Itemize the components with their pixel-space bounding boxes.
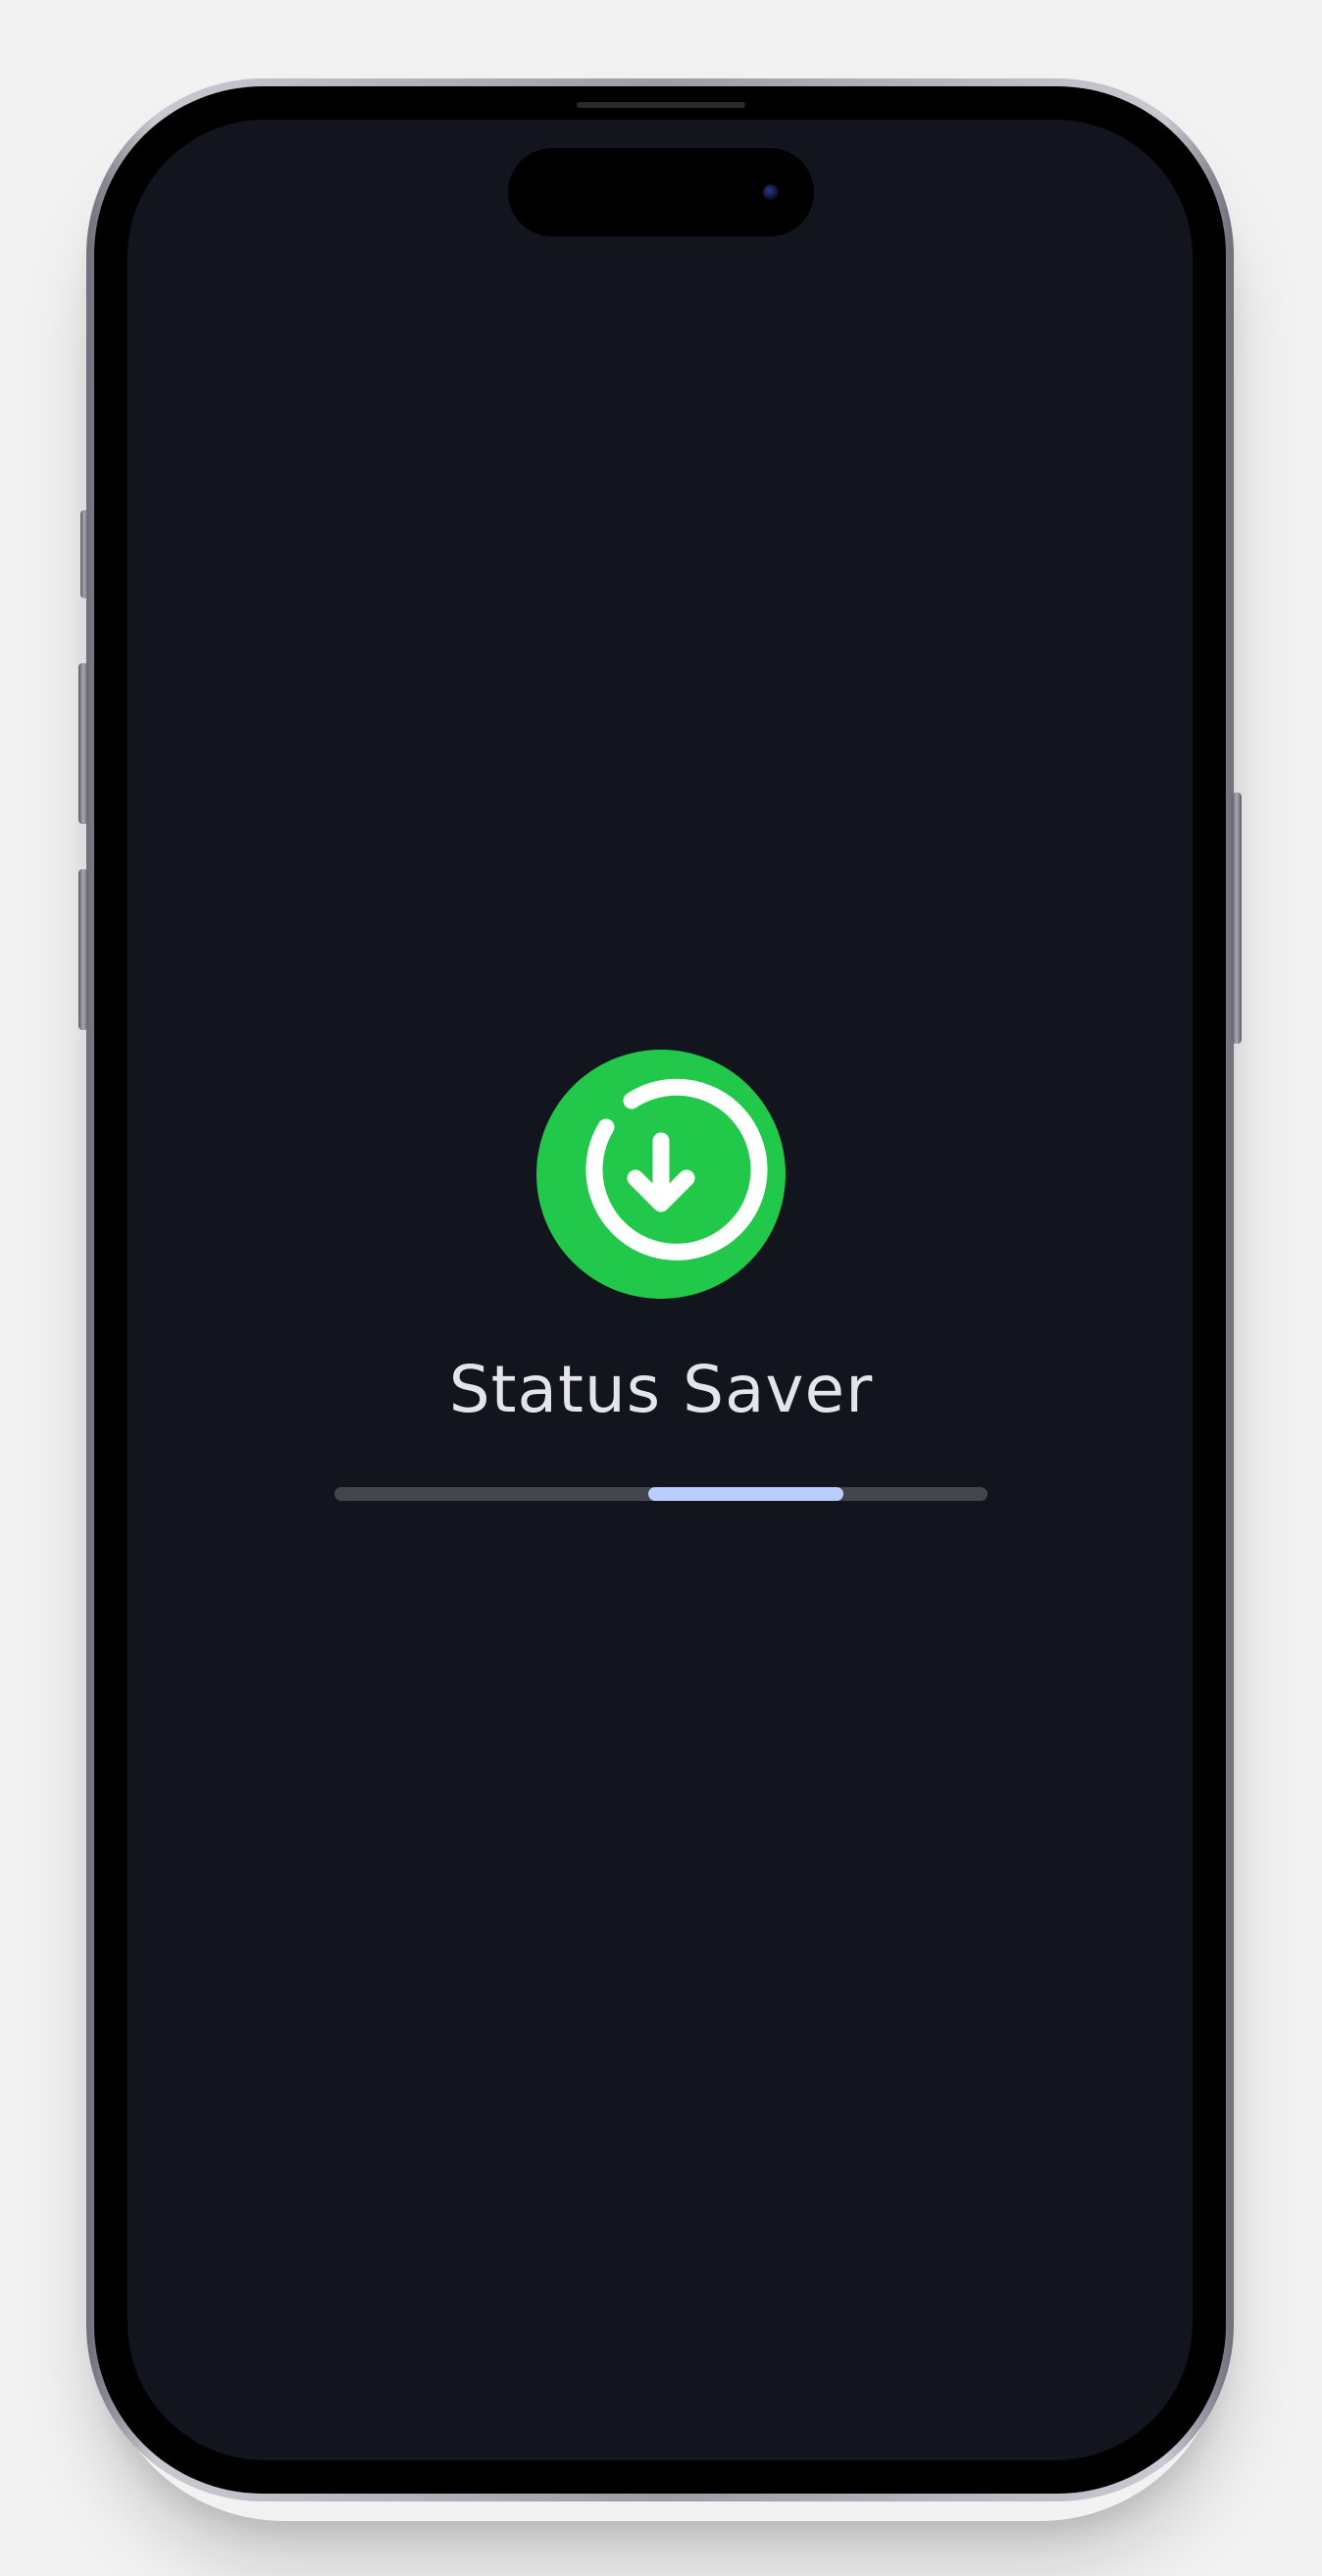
volume-up-button xyxy=(78,663,88,824)
action-button xyxy=(80,510,88,598)
loading-progress-bar xyxy=(334,1487,988,1501)
download-arrow-circle-icon xyxy=(536,1050,786,1299)
earpiece-speaker xyxy=(577,102,745,108)
loading-progress-indicator xyxy=(647,1487,844,1501)
front-camera-icon xyxy=(763,184,779,200)
splash-screen-mockup: Status Saver xyxy=(0,0,1322,2576)
volume-down-button xyxy=(78,869,88,1030)
app-title: Status Saver xyxy=(448,1352,874,1427)
dynamic-island xyxy=(508,148,814,236)
power-button xyxy=(1232,793,1242,1044)
